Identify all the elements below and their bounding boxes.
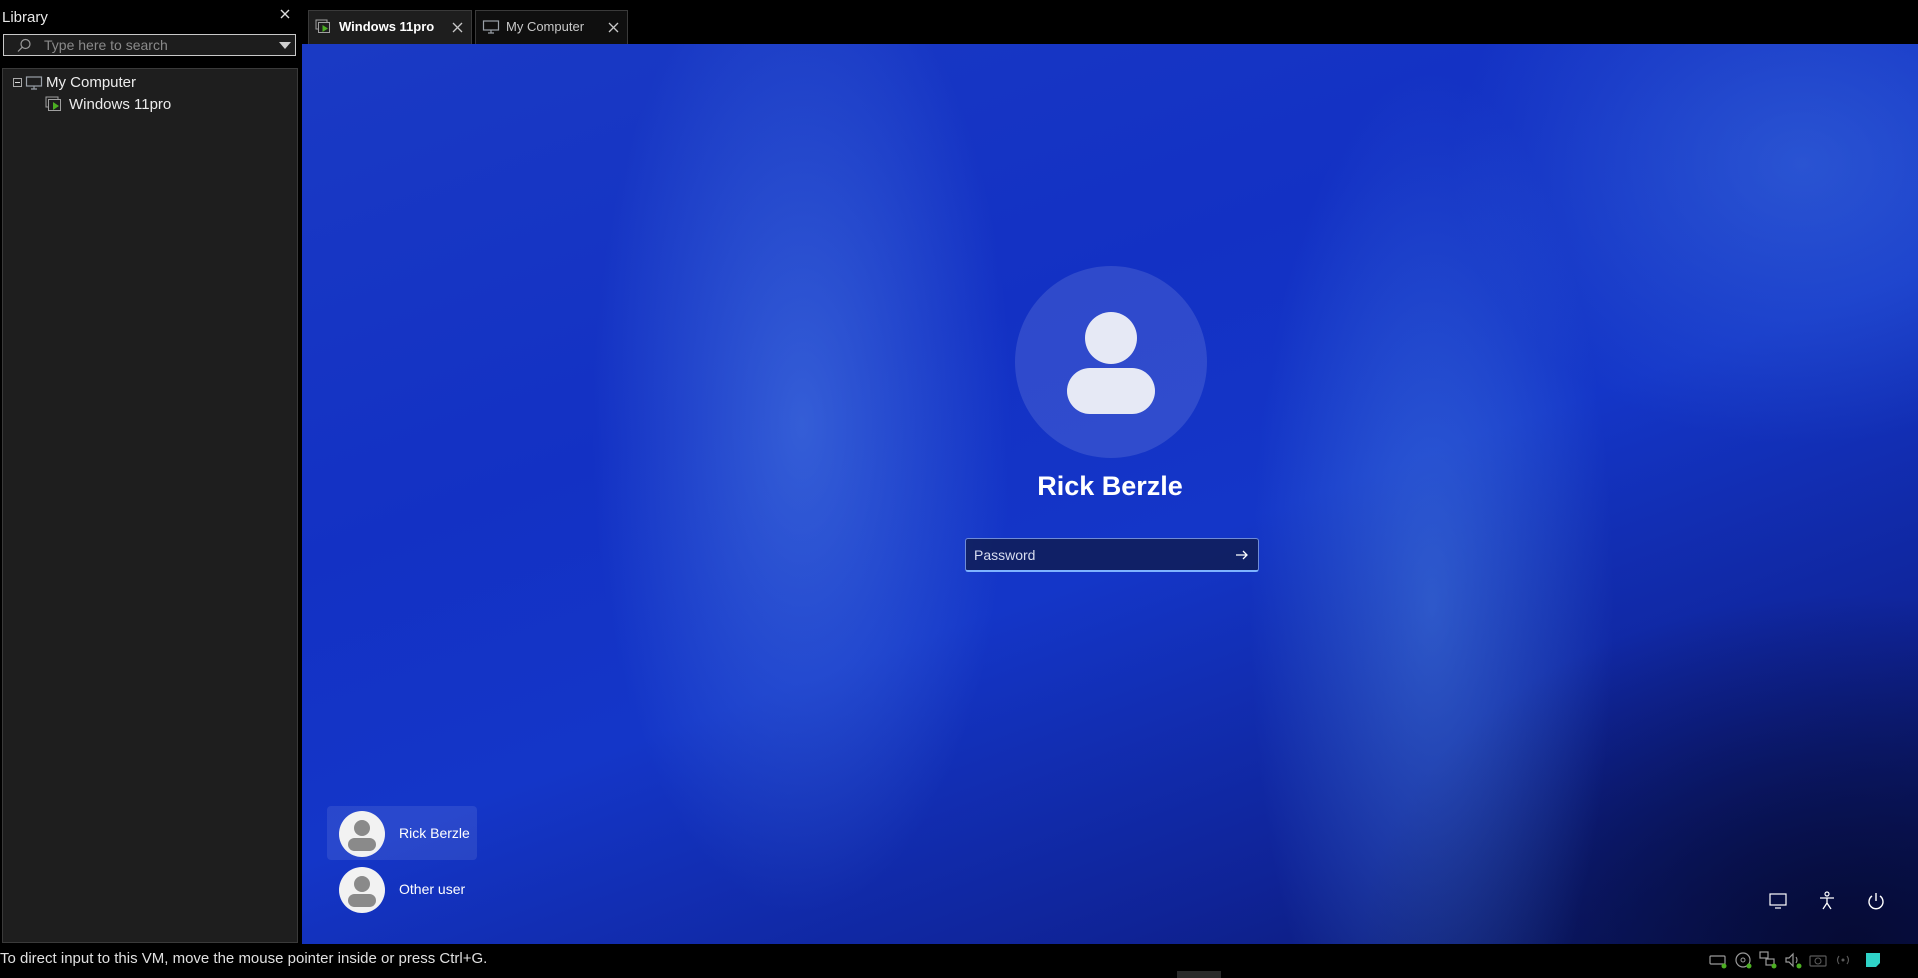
- close-icon[interactable]: [451, 21, 464, 34]
- login-username: Rick Berzle: [1037, 471, 1183, 501]
- user-tile-other-user[interactable]: Other user: [327, 862, 477, 916]
- scrollbar-handle[interactable]: [1177, 971, 1221, 978]
- library-search-box[interactable]: [3, 34, 296, 56]
- tab-label: My Computer: [506, 19, 585, 34]
- camera-icon[interactable]: [1808, 950, 1828, 970]
- chevron-down-icon[interactable]: [279, 42, 291, 49]
- avatar: [339, 867, 385, 913]
- status-bar: To direct input to this VM, move the mou…: [0, 945, 1918, 978]
- wireless-icon[interactable]: [1833, 950, 1853, 970]
- tab-windows-11pro[interactable]: Windows 11pro: [308, 10, 472, 44]
- hard-disk-icon[interactable]: [1708, 950, 1728, 970]
- tree-item-label: My Computer: [46, 74, 137, 91]
- arrow-right-icon[interactable]: [1234, 547, 1250, 563]
- power-icon[interactable]: [1865, 890, 1887, 912]
- vm-running-icon: [315, 19, 333, 35]
- tab-bar: Windows 11pro My Computer: [302, 0, 1918, 44]
- library-tree: My Computer Windows 11pro: [2, 68, 298, 943]
- tree-item-windows-11pro[interactable]: Windows 11pro: [3, 95, 293, 115]
- display-icon[interactable]: [1767, 890, 1789, 912]
- close-icon[interactable]: [278, 7, 292, 21]
- user-tile-name: Rick Berzle: [399, 825, 470, 841]
- monitor-icon: [482, 19, 500, 35]
- vm-running-icon: [45, 96, 63, 114]
- tree-item-my-computer[interactable]: My Computer: [3, 73, 293, 93]
- tab-label: Windows 11pro: [339, 19, 435, 34]
- monitor-icon: [25, 75, 43, 91]
- tree-item-label: Windows 11pro: [69, 96, 172, 113]
- user-tile-rick-berzle[interactable]: Rick Berzle: [327, 806, 477, 860]
- library-panel: Library My Computer Windows 11pro: [0, 0, 300, 943]
- user-avatar: [1015, 266, 1207, 458]
- vm-display[interactable]: Rick Berzle Rick Berzle Other user: [302, 44, 1918, 944]
- close-icon[interactable]: [607, 21, 620, 34]
- avatar-body: [1067, 368, 1155, 414]
- password-input[interactable]: [974, 545, 1214, 565]
- network-icon[interactable]: [1758, 950, 1778, 970]
- sound-icon[interactable]: [1783, 950, 1803, 970]
- user-tile-name: Other user: [399, 881, 466, 897]
- status-message: To direct input to this VM, move the mou…: [0, 950, 488, 967]
- library-title: Library: [2, 9, 48, 26]
- cd-icon[interactable]: [1733, 950, 1753, 970]
- tab-my-computer[interactable]: My Computer: [475, 10, 628, 44]
- accessibility-icon[interactable]: [1816, 890, 1838, 912]
- avatar: [339, 811, 385, 857]
- password-box[interactable]: [965, 538, 1259, 572]
- message-icon[interactable]: [1863, 950, 1883, 970]
- library-search-input[interactable]: [44, 35, 264, 55]
- search-icon: [16, 38, 32, 54]
- collapse-icon[interactable]: [13, 78, 22, 87]
- avatar-head: [1085, 312, 1137, 364]
